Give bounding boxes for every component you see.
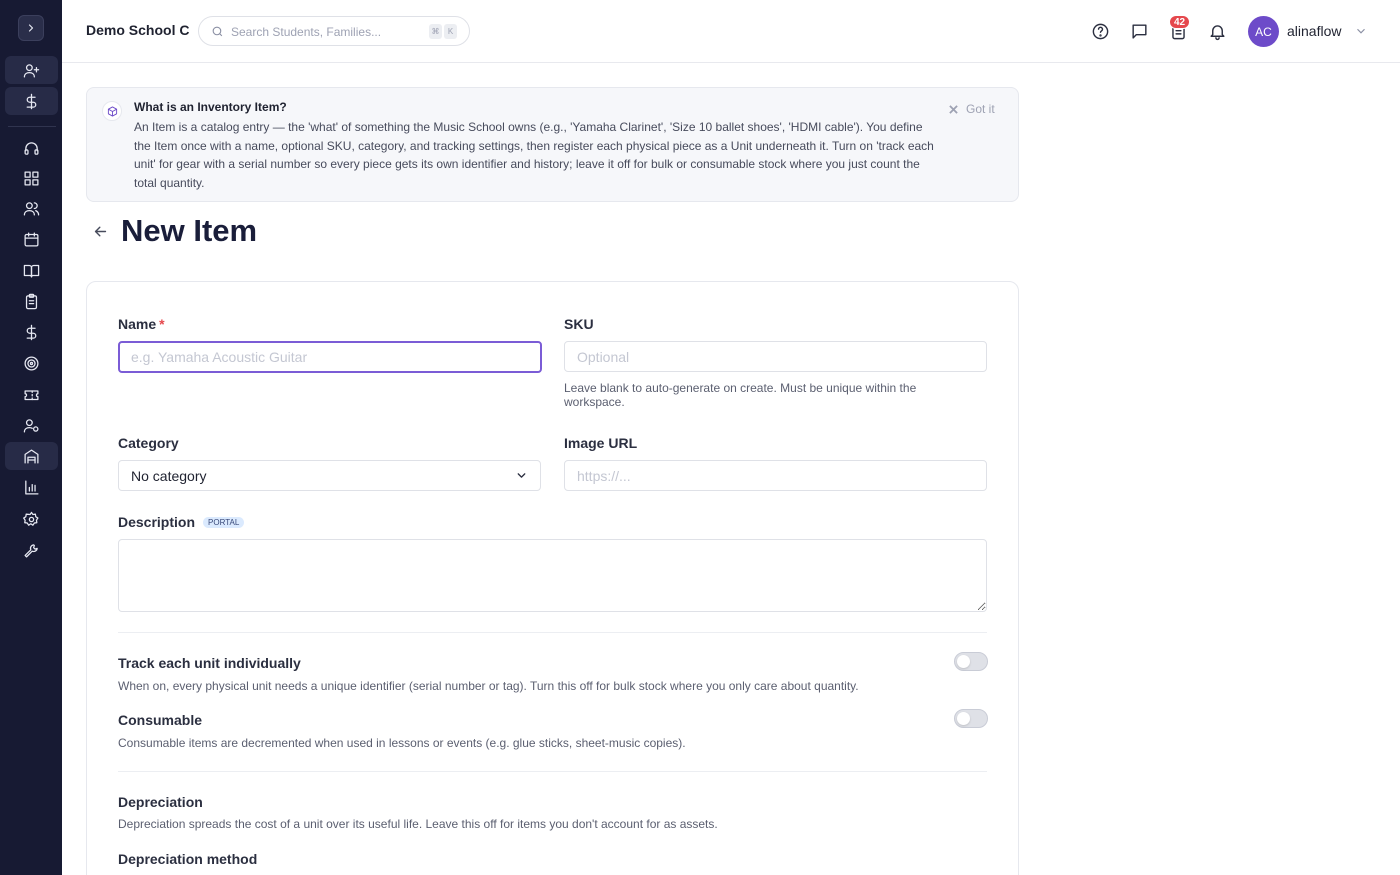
book-open-icon [23, 264, 40, 278]
sidebar-item-tasks[interactable] [5, 287, 58, 315]
name-input[interactable] [118, 341, 542, 373]
consumable-toggle[interactable] [954, 709, 988, 728]
description-textarea[interactable] [118, 539, 987, 612]
bar-chart-icon [25, 479, 39, 495]
depreciation-method-label: Depreciation method [118, 851, 258, 867]
target-icon [24, 355, 39, 371]
portal-badge: PORTAL [203, 517, 245, 528]
sidebar-divider [8, 126, 56, 127]
headset-icon [24, 141, 39, 155]
image-url-label: Image URL [564, 435, 638, 451]
sidebar-item-dashboard[interactable] [5, 164, 58, 192]
new-item-form: Name* SKU Leave blank to auto-generate o… [86, 281, 1019, 875]
dashboard-icon [24, 170, 39, 186]
sidebar-item-goals[interactable] [5, 349, 58, 377]
chat-icon [1131, 23, 1147, 39]
sidebar-item-people[interactable] [5, 194, 58, 222]
sidebar-item-tools[interactable] [5, 536, 58, 564]
info-banner: What is an Inventory Item? An Item is a … [86, 87, 1019, 202]
name-label-text: Name [118, 316, 157, 332]
category-selected-value: No category [131, 467, 207, 484]
sidebar-item-reports[interactable] [5, 473, 58, 501]
sidebar-item-billing[interactable] [5, 87, 58, 115]
user-menu-toggle[interactable] [1354, 24, 1368, 38]
ticket-icon [24, 389, 39, 400]
sidebar-item-inventory[interactable] [5, 442, 58, 470]
page-title: New Item [121, 213, 258, 248]
sidebar-item-calendar[interactable] [5, 225, 58, 253]
sidebar-item-settings[interactable] [5, 505, 58, 533]
banner-text: An Item is a catalog entry — the 'what' … [134, 120, 934, 190]
sidebar [0, 0, 62, 875]
track-units-toggle[interactable] [954, 652, 988, 671]
toggle-knob [957, 655, 970, 668]
section-divider [118, 771, 987, 772]
wrench-icon [24, 543, 38, 558]
notifications-button[interactable] [1206, 20, 1228, 42]
help-button[interactable] [1089, 20, 1111, 42]
back-button[interactable] [92, 223, 109, 240]
help-icon [1092, 23, 1108, 39]
sku-label: SKU [564, 316, 594, 332]
chevron-down-icon [517, 473, 526, 478]
depreciation-description: Depreciation spreads the cost of a unit … [118, 817, 718, 831]
track-units-description: When on, every physical unit needs a uni… [118, 679, 859, 693]
banner-title: What is an Inventory Item? [134, 100, 287, 114]
close-icon [949, 104, 958, 114]
dollar-icon [26, 93, 37, 109]
depreciation-title: Depreciation [118, 794, 203, 810]
sidebar-item-support[interactable] [5, 134, 58, 162]
dismiss-banner-button[interactable]: Got it [949, 102, 995, 116]
consumable-description: Consumable items are decremented when us… [118, 736, 686, 750]
school-switcher[interactable]: Demo School C [86, 22, 189, 38]
user-avatar[interactable]: AC [1248, 16, 1279, 47]
category-select[interactable]: No category [118, 460, 541, 491]
dismiss-label: Got it [966, 102, 995, 116]
track-units-title: Track each unit individually [118, 655, 301, 671]
arrow-left-icon [94, 226, 107, 237]
sidebar-item-payments[interactable] [5, 318, 58, 346]
search-icon [212, 26, 223, 37]
clipboard-icon [25, 293, 38, 309]
user-name[interactable]: alinaflow [1287, 23, 1341, 39]
kbd-mod-hint: ⌘ [429, 24, 442, 39]
name-label: Name * [118, 316, 165, 332]
tasks-count-badge: 42 [1169, 15, 1191, 29]
sku-help-text: Leave blank to auto-generate on create. … [564, 381, 917, 409]
consumable-title: Consumable [118, 712, 203, 728]
dollar-icon [26, 324, 37, 340]
description-label-text: Description [118, 514, 196, 530]
users-icon [23, 201, 40, 216]
sidebar-item-events[interactable] [5, 380, 58, 408]
user-gear-icon [23, 418, 39, 433]
global-search[interactable]: ⌘ K [198, 16, 470, 46]
bell-icon [1209, 24, 1225, 40]
messages-button[interactable] [1128, 20, 1150, 42]
chevron-down-icon [1357, 28, 1365, 34]
image-url-input[interactable] [564, 460, 987, 491]
category-label: Category [118, 435, 179, 451]
kbd-key-hint: K [444, 24, 457, 39]
sidebar-item-add-student[interactable] [5, 56, 58, 84]
inventory-icon [24, 448, 39, 464]
top-bar: Demo School C ⌘ K 42 AC alinaflow [62, 0, 1400, 63]
sidebar-toggle-button[interactable] [18, 15, 44, 41]
search-input[interactable] [231, 23, 421, 41]
description-label: Description PORTAL [118, 514, 245, 530]
user-plus-icon [23, 63, 40, 78]
sidebar-item-staff[interactable] [5, 411, 58, 439]
sidebar-item-library[interactable] [5, 256, 58, 284]
sku-input[interactable] [564, 341, 987, 372]
section-divider [118, 632, 987, 633]
required-mark: * [159, 316, 165, 332]
settings-icon [23, 511, 39, 526]
chevron-right-icon [28, 24, 34, 32]
calendar-icon [24, 231, 39, 247]
box-icon [102, 101, 122, 121]
toggle-knob [957, 712, 970, 725]
